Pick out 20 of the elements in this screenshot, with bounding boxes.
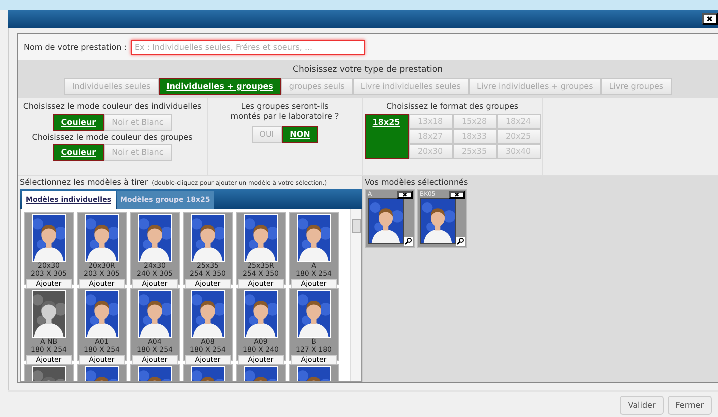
section-title: Choisissez votre type de prestation <box>293 65 443 75</box>
footer-button[interactable]: Valider <box>620 396 664 415</box>
name-input[interactable]: Ex : Individuelles seules, Fréres et soeurs, ... <box>130 40 365 54</box>
zoom-icon[interactable] <box>404 237 413 246</box>
section-title: Sélectionnez les modèles à tirer <box>20 178 148 187</box>
option-title: Choisissez le mode couleur des individuelles <box>23 102 202 112</box>
option-button[interactable]: Couleur <box>53 144 104 162</box>
zoom-icon[interactable] <box>456 237 465 246</box>
close-button[interactable]: ✖ <box>702 13 718 25</box>
option-button[interactable]: Couleur <box>53 114 104 131</box>
option-title: Les groupes seront-ils montés par le laboratoire ? <box>230 102 340 122</box>
option-title: Choisissez le format des groupes <box>386 102 519 112</box>
footer-button[interactable]: Fermer <box>668 396 712 415</box>
option-button[interactable]: Individuelles + groupes <box>158 78 282 95</box>
field-label: Nom de votre prestation : <box>24 42 127 52</box>
option-title: Choisissez le mode couleur des groupes <box>32 132 193 142</box>
option-button[interactable]: NON <box>282 126 318 144</box>
option-button[interactable]: 18x25 <box>364 114 408 159</box>
scrollbar[interactable] <box>350 209 361 381</box>
section-title: Vos modèles sélectionnés <box>365 178 468 187</box>
